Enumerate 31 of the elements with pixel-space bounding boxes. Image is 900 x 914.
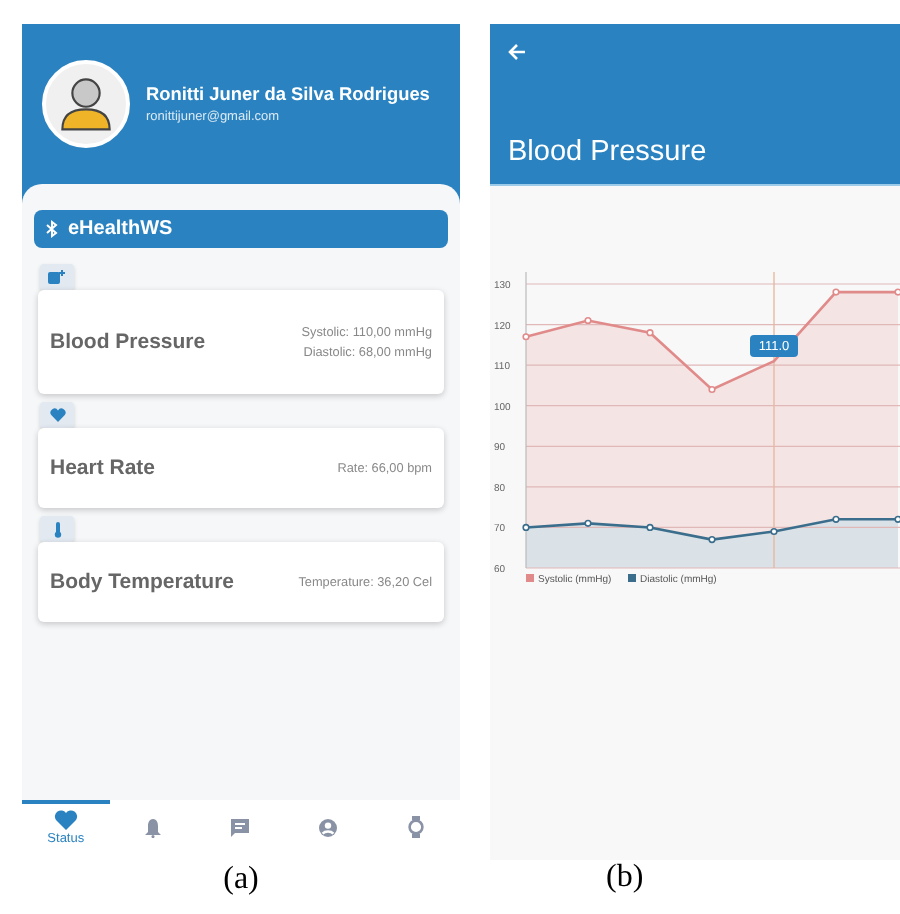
bell-icon (144, 817, 163, 837)
data-point (708, 385, 716, 394)
metric-title: Heart Rate (50, 456, 156, 480)
avatar-icon (42, 60, 130, 148)
data-point (708, 536, 716, 544)
chat-icon (230, 817, 251, 837)
data-point (584, 519, 592, 527)
thermometer-icon (53, 521, 61, 537)
blood-pressure-icon (48, 270, 66, 284)
heart-icon (49, 408, 65, 422)
data-point (646, 523, 654, 532)
device-name: eHealthWS (68, 218, 173, 240)
data-point (522, 523, 530, 532)
data-point (646, 329, 654, 337)
device-bar[interactable]: eHealthWS (34, 210, 448, 248)
data-point (832, 288, 840, 296)
figure-caption: (a) (223, 862, 259, 898)
data-point (584, 316, 592, 325)
metric-title: Blood Pressure (50, 330, 206, 354)
data-point (832, 515, 840, 523)
user-name: Ronitti Juner da Silva Rodrigues (146, 84, 430, 104)
account-icon (318, 817, 339, 837)
data-point (770, 527, 778, 536)
watch-icon (408, 816, 425, 838)
bluetooth-icon (46, 220, 58, 238)
figure-caption: (b) (604, 860, 646, 896)
heart-icon (53, 809, 78, 829)
data-point (522, 333, 530, 341)
back-arrow-icon[interactable] (508, 44, 526, 60)
metric-title: Body Temperature (50, 570, 234, 594)
screen-title: Blood Pressure (508, 136, 709, 168)
